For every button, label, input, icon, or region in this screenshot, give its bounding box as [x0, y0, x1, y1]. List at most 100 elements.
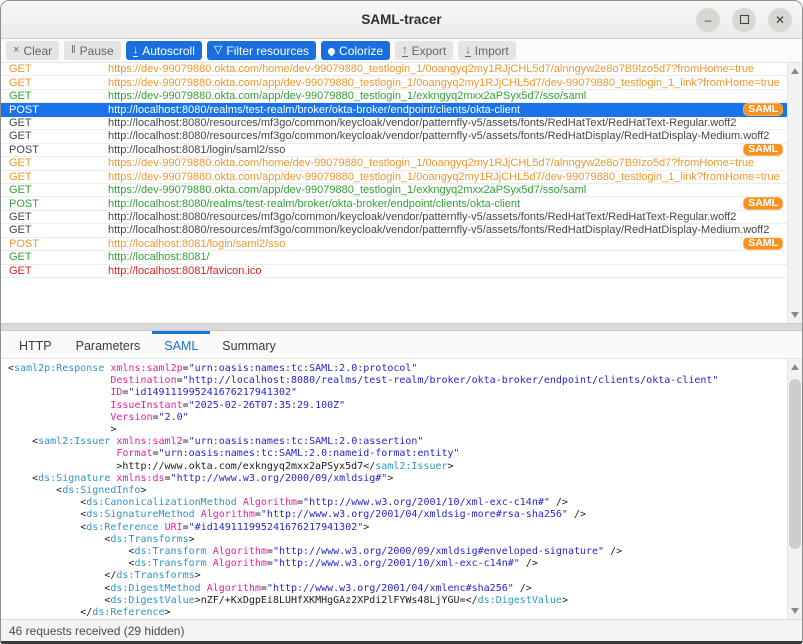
request-list-scrollbar[interactable] — [787, 63, 802, 323]
xml-line: <ds:Transform Algorithm="http://www.w3.o… — [8, 546, 786, 558]
request-method: GET — [1, 251, 108, 263]
request-row[interactable]: GEThttps://dev-99079880.okta.com/home/de… — [1, 157, 787, 170]
request-row[interactable]: POSThttp://localhost:8080/realms/test-re… — [1, 103, 787, 116]
request-row[interactable]: GEThttp://localhost:8081/favicon.ico — [1, 265, 787, 278]
detail-tab-bar: HTTP Parameters SAML Summary — [1, 331, 802, 358]
xml-line: <ds:SignedInfo> — [8, 485, 786, 497]
toolbar: × Clear ‖ Pause ↓ Autoscroll ▽ Filter re… — [1, 39, 802, 63]
xml-line: <ds:Transform Algorithm="http://www.w3.o… — [8, 558, 786, 570]
request-method: GET — [1, 184, 108, 196]
window-title: SAML-tracer — [1, 1, 802, 38]
xml-line: > — [8, 424, 786, 436]
xml-line: <saml2p:Response xmlns:saml2p="urn:oasis… — [8, 363, 786, 375]
request-method: POST — [1, 198, 108, 210]
request-row[interactable]: GEThttp://localhost:8080/resources/mf3go… — [1, 130, 787, 143]
request-row[interactable]: POSThttp://localhost:8081/login/saml2/ss… — [1, 144, 787, 157]
request-url: http://localhost:8081/ — [108, 251, 787, 263]
request-row[interactable]: GEThttp://localhost:8080/resources/mf3go… — [1, 224, 787, 237]
request-row[interactable]: POSThttp://localhost:8081/login/saml2/ss… — [1, 238, 787, 251]
request-list-pane: GEThttps://dev-99079880.okta.com/home/de… — [1, 63, 802, 323]
import-button[interactable]: ↓ Import — [458, 41, 516, 60]
request-url: http://localhost:8080/realms/test-realm/… — [108, 198, 743, 210]
clear-label: Clear — [23, 44, 52, 58]
tab-parameters[interactable]: Parameters — [64, 331, 153, 358]
clear-button[interactable]: × Clear — [6, 41, 59, 60]
import-icon: ↓ — [465, 45, 471, 57]
colorize-icon — [327, 46, 337, 56]
saml-badge: SAML — [743, 238, 783, 251]
request-row[interactable]: GEThttps://dev-99079880.okta.com/app/dev… — [1, 90, 787, 103]
saml-xml-content: <saml2p:Response xmlns:saml2p="urn:oasis… — [1, 359, 786, 619]
scrollbar-thumb[interactable] — [789, 379, 801, 549]
request-url: https://dev-99079880.okta.com/home/dev-9… — [108, 157, 787, 169]
saml-badge: SAML — [743, 144, 783, 157]
xml-line: <ds:DigestValue>nZF/+KxDgpEi8LUHfXKMHgGA… — [8, 595, 786, 607]
colorize-label: Colorize — [339, 44, 383, 58]
xml-line: <ds:CanonicalizationMethod Algorithm="ht… — [8, 497, 786, 509]
detail-scrollbar[interactable] — [787, 359, 802, 619]
request-row[interactable]: GEThttps://dev-99079880.okta.com/app/dev… — [1, 184, 787, 197]
request-url: http://localhost:8080/resources/mf3go/co… — [108, 130, 787, 142]
clear-icon: × — [13, 45, 19, 56]
request-url: https://dev-99079880.okta.com/app/dev-99… — [108, 171, 787, 183]
saml-detail-pane: <saml2p:Response xmlns:saml2p="urn:oasis… — [1, 358, 802, 619]
maximize-button[interactable] — [732, 8, 756, 32]
request-row[interactable]: GEThttps://dev-99079880.okta.com/home/de… — [1, 63, 787, 76]
xml-line: </ds:Transforms> — [8, 570, 786, 582]
request-row[interactable]: GEThttp://localhost:8080/resources/mf3go… — [1, 117, 787, 130]
xml-line: >http://www.okta.com/exkngyq2mxx2aPSyx5d… — [8, 461, 786, 473]
request-method: POST — [1, 104, 108, 116]
xml-line: Destination="http://localhost:8080/realm… — [8, 375, 786, 387]
xml-line: <ds:Signature xmlns:ds="http://www.w3.or… — [8, 473, 786, 485]
request-method: POST — [1, 144, 108, 156]
scroll-up-icon[interactable] — [791, 364, 799, 370]
request-url: http://localhost:8080/resources/mf3go/co… — [108, 211, 787, 223]
tab-saml[interactable]: SAML — [152, 331, 210, 358]
request-url: https://dev-99079880.okta.com/app/dev-99… — [108, 90, 787, 102]
maximize-icon — [740, 15, 749, 24]
request-url: http://localhost:8080/realms/test-realm/… — [108, 104, 743, 116]
colorize-button[interactable]: Colorize — [321, 41, 390, 60]
close-button[interactable]: ✕ — [768, 8, 792, 32]
autoscroll-button[interactable]: ↓ Autoscroll — [126, 41, 202, 60]
tab-summary[interactable]: Summary — [210, 331, 287, 358]
xml-line: IssueInstant="2025-02-26T07:35:29.100Z" — [8, 400, 786, 412]
request-url: http://localhost:8081/favicon.ico — [108, 265, 787, 277]
xml-line: <ds:Transforms> — [8, 534, 786, 546]
request-method: GET — [1, 90, 108, 102]
scroll-down-icon[interactable] — [791, 608, 799, 614]
export-button[interactable]: ↑ Export — [395, 41, 453, 60]
minimize-button[interactable]: – — [696, 8, 720, 32]
request-url: http://localhost:8080/resources/mf3go/co… — [108, 224, 787, 236]
scroll-down-icon[interactable] — [791, 312, 799, 318]
filter-resources-label: Filter resources — [226, 44, 309, 58]
scroll-up-icon[interactable] — [791, 68, 799, 74]
request-method: GET — [1, 211, 108, 223]
filter-icon: ▽ — [214, 45, 222, 56]
pause-button[interactable]: ‖ Pause — [64, 41, 121, 60]
request-url: http://localhost:8081/login/saml2/sso — [108, 238, 743, 250]
request-method: GET — [1, 63, 108, 75]
request-row[interactable]: GEThttp://localhost:8080/resources/mf3go… — [1, 211, 787, 224]
request-method: GET — [1, 171, 108, 183]
request-url: http://localhost:8081/login/saml2/sso — [108, 144, 743, 156]
autoscroll-icon: ↓ — [133, 45, 139, 57]
window-controls: – ✕ — [696, 1, 792, 38]
request-row[interactable]: GEThttp://localhost:8081/ — [1, 251, 787, 264]
close-icon: ✕ — [775, 14, 785, 26]
xml-line: <saml2:Issuer xmlns:saml2="urn:oasis:nam… — [8, 436, 786, 448]
request-row[interactable]: POSThttp://localhost:8080/realms/test-re… — [1, 197, 787, 210]
request-method: POST — [1, 238, 108, 250]
pane-splitter[interactable] — [1, 323, 802, 331]
request-url: https://dev-99079880.okta.com/app/dev-99… — [108, 184, 787, 196]
request-row[interactable]: GEThttps://dev-99079880.okta.com/app/dev… — [1, 76, 787, 89]
xml-line: <ds:Reference URI="#id149111995241676217… — [8, 522, 786, 534]
request-method: GET — [1, 224, 108, 236]
pause-label: Pause — [80, 44, 114, 58]
request-method: GET — [1, 265, 108, 277]
request-list: GEThttps://dev-99079880.okta.com/home/de… — [1, 63, 787, 278]
tab-http[interactable]: HTTP — [7, 331, 64, 358]
saml-badge: SAML — [743, 197, 783, 210]
filter-resources-button[interactable]: ▽ Filter resources — [207, 41, 316, 60]
request-row[interactable]: GEThttps://dev-99079880.okta.com/app/dev… — [1, 171, 787, 184]
